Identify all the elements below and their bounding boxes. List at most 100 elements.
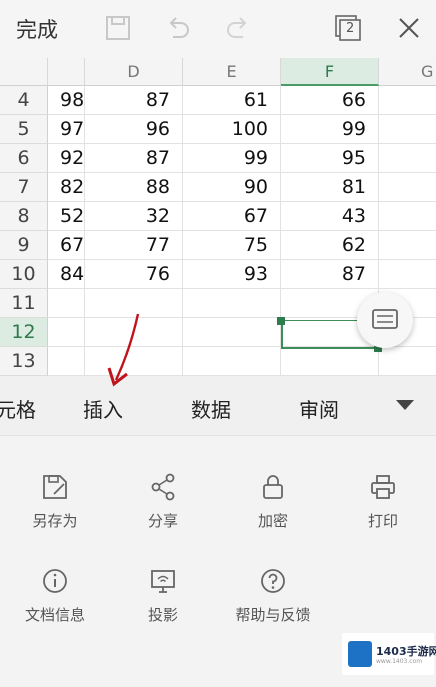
sheet-cell[interactable]: 76 [85,260,183,289]
sheet-cell[interactable]: 95 [281,144,379,173]
done-button[interactable]: 完成 [16,14,58,44]
site-logo-icon [348,641,372,667]
undo-icon[interactable] [163,13,193,43]
sheet-cell[interactable]: 99 [183,144,281,173]
tab-review[interactable]: 审阅 [299,394,339,423]
row-header[interactable]: 8 [0,202,48,231]
sheet-cell[interactable]: 98 [48,86,85,115]
row-header[interactable]: 9 [0,231,48,260]
sheet-cell[interactable]: 99 [281,115,379,144]
sheet-cell[interactable]: 62 [281,231,379,260]
menu-label-help-feedback: 帮助与反馈 [235,606,311,624]
sheet-cell[interactable]: 88 [85,173,183,202]
lock-icon [263,475,283,499]
keyboard-icon [372,309,398,329]
save-icon[interactable] [103,13,133,43]
sheet-cell[interactable]: 84 [48,260,85,289]
menu-label-projection: 投影 [147,606,178,624]
sheet-cell[interactable] [48,347,85,376]
tab-data[interactable]: 数据 [191,394,231,423]
sheet-cell[interactable]: 87 [281,260,379,289]
pages-icon[interactable]: 2 [333,13,363,43]
tab-insert[interactable]: 插入 [83,394,123,423]
menu-item-encrypt[interactable]: 加密 [218,472,328,552]
row-header[interactable]: 5 [0,115,48,144]
menu-label-save-as: 另存为 [32,512,78,530]
menu-item-share[interactable]: 分享 [108,472,218,552]
menu-item-doc-info[interactable]: 文档信息 [0,566,110,646]
app-screen: 完成 2 D E F G 4 98 87 61 66 5 97 96 100 9… [0,0,436,687]
menu-label-share: 分享 [147,512,178,530]
sheet-cell[interactable] [379,231,436,260]
help-icon [261,569,285,593]
sheet-cell[interactable]: 100 [183,115,281,144]
menu-item-projection[interactable]: 投影 [108,566,218,646]
row-header[interactable]: 10 [0,260,48,289]
menu-label-encrypt: 加密 [257,512,288,530]
watermark-url: www.1403.com [376,658,423,665]
row-header[interactable]: 11 [0,289,48,318]
sheet-cell[interactable] [183,318,281,347]
menu-label-doc-info: 文档信息 [24,606,85,624]
sheet-cell[interactable] [379,202,436,231]
sheet-cell[interactable]: 66 [281,86,379,115]
sheet-cell[interactable] [379,260,436,289]
column-header-g[interactable]: G [379,58,436,86]
close-icon[interactable] [394,13,424,43]
keyboard-toggle-button[interactable] [357,292,413,348]
sheet-cell[interactable] [48,318,85,347]
sheet-cell[interactable]: 97 [48,115,85,144]
page-count: 2 [346,21,355,36]
menu-item-help-feedback[interactable]: 帮助与反馈 [218,566,328,646]
info-icon [43,569,67,593]
sheet-cell[interactable]: 96 [85,115,183,144]
watermark-title: 1403手游网 [376,645,436,658]
sheet-cell[interactable]: 67 [183,202,281,231]
sheet-cell[interactable] [48,289,85,318]
sheet-cell[interactable]: 61 [183,86,281,115]
sheet-cell[interactable]: 87 [85,144,183,173]
sheet-cell[interactable] [379,144,436,173]
save-as-icon [43,475,67,499]
print-icon [371,475,395,499]
sheet-cell[interactable] [183,289,281,318]
sheet-cell[interactable]: 75 [183,231,281,260]
column-header-d[interactable]: D [85,58,183,86]
sheet-cell[interactable] [379,173,436,202]
sheet-cell[interactable]: 82 [48,173,85,202]
ribbon-tab-bar: 元格 插入 数据 审阅 [0,376,436,436]
sheet-cell[interactable]: 93 [183,260,281,289]
sheet-cell[interactable]: 52 [48,202,85,231]
sheet-cell[interactable]: 81 [281,173,379,202]
menu-item-save-as[interactable]: 另存为 [0,472,110,552]
row-header[interactable]: 13 [0,347,48,376]
sheet-cell[interactable] [183,347,281,376]
selection-handle-top-left[interactable] [277,317,285,325]
row-header[interactable]: 4 [0,86,48,115]
sheet-cell[interactable]: 77 [85,231,183,260]
column-header-e[interactable]: E [183,58,281,86]
row-header[interactable]: 6 [0,144,48,173]
sheet-cell[interactable]: 87 [85,86,183,115]
menu-item-print[interactable]: 打印 [328,472,436,552]
tab-cell[interactable]: 元格 [0,394,36,423]
top-toolbar: 完成 2 [0,0,436,58]
sheet-cell[interactable] [281,347,379,376]
sheet-cell[interactable]: 43 [281,202,379,231]
collapse-menu-icon[interactable] [396,400,414,410]
column-header-c[interactable] [48,58,85,86]
sheet-cell[interactable]: 90 [183,173,281,202]
menu-label-print: 打印 [367,512,398,530]
sheet-cell[interactable] [379,115,436,144]
sheet-cell[interactable]: 92 [48,144,85,173]
redo-icon[interactable] [223,13,253,43]
sheet-cell[interactable]: 67 [48,231,85,260]
sheet-cell[interactable] [379,347,436,376]
column-header-f[interactable]: F [281,58,379,86]
row-header[interactable]: 7 [0,173,48,202]
sheet-cell[interactable] [379,86,436,115]
share-icon [151,473,175,501]
row-header[interactable]: 12 [0,318,48,347]
projection-icon [151,570,175,593]
sheet-cell[interactable]: 32 [85,202,183,231]
